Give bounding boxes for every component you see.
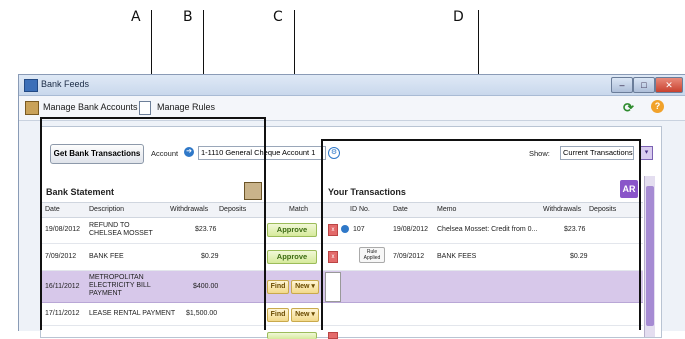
title-bar: Bank Feeds – □ ✕: [19, 75, 685, 96]
callout-a: A: [131, 9, 141, 25]
show-dropdown-icon[interactable]: ▾: [640, 146, 653, 160]
manage-bank-accounts-button[interactable]: Manage Bank Accounts: [43, 102, 138, 112]
scrollbar[interactable]: [644, 176, 655, 337]
rules-icon: [139, 101, 151, 115]
maximize-button[interactable]: □: [633, 77, 655, 93]
new-button[interactable]: New ▾: [291, 308, 319, 322]
callout-box-d: [321, 139, 641, 330]
find-button[interactable]: Find: [267, 308, 289, 322]
find-button[interactable]: Find: [267, 280, 289, 294]
approve-button[interactable]: Approve: [267, 223, 317, 237]
callout-c: C: [273, 9, 283, 25]
close-button[interactable]: ✕: [655, 77, 683, 93]
app-icon: [24, 79, 38, 92]
window-title: Bank Feeds: [41, 79, 90, 89]
callout-box-a: [40, 117, 266, 330]
scrollbar-thumb[interactable]: [646, 186, 654, 326]
callout-b: B: [183, 9, 193, 25]
refresh-icon[interactable]: ⟳: [623, 100, 634, 116]
minimize-button[interactable]: –: [611, 77, 633, 93]
new-button[interactable]: New ▾: [291, 280, 319, 294]
approve-button[interactable]: Approve: [267, 250, 317, 264]
new-button-label: New: [295, 283, 310, 290]
approve-button-partial[interactable]: [267, 332, 317, 339]
bank-icon: [25, 101, 39, 115]
help-icon[interactable]: ?: [651, 100, 664, 113]
callout-d: D: [453, 9, 464, 25]
manage-rules-button[interactable]: Manage Rules: [157, 102, 215, 112]
col-match: Match: [289, 206, 309, 213]
new-button-label: New: [295, 311, 310, 318]
unmatch-icon-partial[interactable]: [328, 332, 338, 339]
